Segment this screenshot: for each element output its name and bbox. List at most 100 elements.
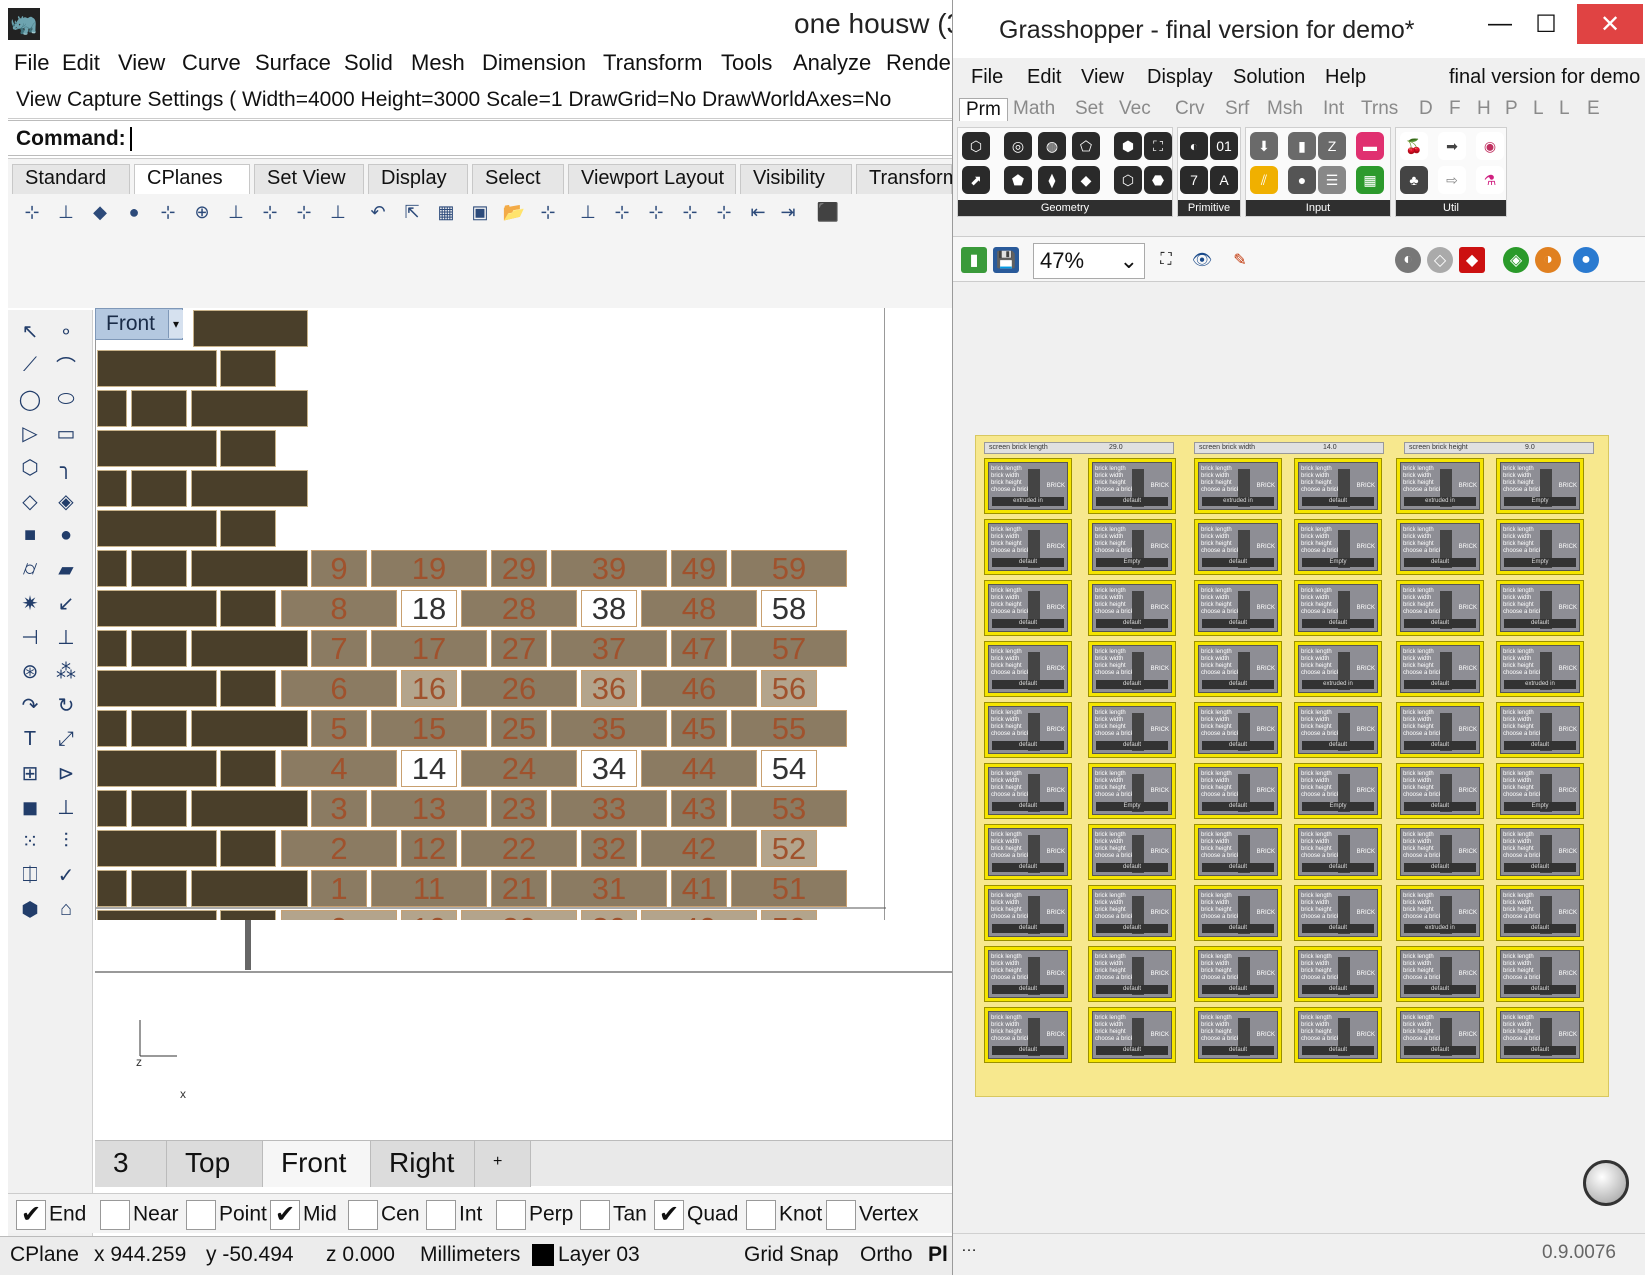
brick-list-component[interactable]: brick length brick width brick height ch… bbox=[1396, 580, 1484, 636]
menu-view[interactable]: View bbox=[118, 50, 165, 76]
osnap-end[interactable]: ✔ End bbox=[16, 1200, 86, 1230]
component-dropdown[interactable]: default bbox=[1404, 741, 1476, 750]
component-dropdown[interactable]: default bbox=[1404, 619, 1476, 628]
component-dropdown[interactable]: default bbox=[1404, 558, 1476, 567]
component-dropdown[interactable]: extruded in bbox=[1302, 680, 1374, 689]
button-input-icon[interactable]: ● bbox=[1288, 166, 1316, 194]
checkbox-icon[interactable] bbox=[186, 1200, 216, 1230]
cplane-view-icon[interactable]: ⇱ bbox=[398, 198, 426, 226]
menu-edit[interactable]: Edit bbox=[62, 50, 100, 76]
component-dropdown[interactable]: default bbox=[1202, 680, 1274, 689]
brick-list-component[interactable]: brick length brick width brick height ch… bbox=[1194, 580, 1282, 636]
gh-tab-trns[interactable]: Trns bbox=[1361, 98, 1398, 120]
checkbox-icon[interactable] bbox=[496, 1200, 526, 1230]
numbered-brick[interactable]: 19 bbox=[371, 550, 487, 587]
numbered-brick[interactable]: 47 bbox=[671, 630, 727, 667]
gh-tab-int[interactable]: Int bbox=[1323, 98, 1344, 120]
gh-menu-help[interactable]: Help bbox=[1325, 66, 1366, 89]
tab-viewport-layout[interactable]: Viewport Layout bbox=[568, 164, 736, 194]
tab-set-view[interactable]: Set View bbox=[254, 164, 364, 194]
select-arrow-icon[interactable]: ↖ bbox=[14, 316, 46, 346]
brick-list-component[interactable]: brick length brick width brick height ch… bbox=[1294, 519, 1382, 575]
twisted-box-param-icon[interactable]: ⬣ bbox=[1144, 166, 1172, 194]
copy-icon[interactable]: ⊥ bbox=[50, 622, 82, 652]
cplane-world-left-icon[interactable]: ⊹ bbox=[710, 198, 738, 226]
check-icon[interactable]: ✓ bbox=[50, 860, 82, 890]
osnap-quad[interactable]: ✔ Quad bbox=[654, 1200, 738, 1230]
cplane-world-front-icon[interactable]: ⊹ bbox=[608, 198, 636, 226]
rotate3d-icon[interactable]: ↻ bbox=[50, 690, 82, 720]
zoom-dropdown[interactable]: 47% ⌄ bbox=[1033, 243, 1145, 279]
boolean-union-icon[interactable]: ● bbox=[50, 520, 82, 550]
command-line[interactable]: Command: bbox=[8, 120, 952, 156]
brick[interactable] bbox=[131, 710, 187, 747]
tab-standard[interactable]: Standard bbox=[12, 164, 130, 194]
brick-list-component[interactable]: brick length brick width brick height ch… bbox=[1088, 519, 1176, 575]
curve-param-icon[interactable]: ◍ bbox=[1038, 132, 1066, 160]
numbered-brick[interactable]: 18 bbox=[401, 590, 457, 627]
viewport-tab-front[interactable]: Front bbox=[263, 1141, 371, 1187]
component-dropdown[interactable]: Empty bbox=[1504, 802, 1576, 811]
boolean-param-icon[interactable]: ◐ bbox=[1180, 132, 1208, 160]
named-cplanes-icon[interactable]: ⊹ bbox=[534, 198, 562, 226]
surface-edge-icon[interactable]: ◈ bbox=[50, 486, 82, 516]
data-output-arrow-icon[interactable]: ➡ bbox=[1438, 132, 1466, 160]
numbered-brick[interactable]: 33 bbox=[551, 790, 667, 827]
menu-solid[interactable]: Solid bbox=[344, 50, 393, 76]
maximize-icon[interactable]: ☐ bbox=[1523, 4, 1569, 44]
gh-menu-edit[interactable]: Edit bbox=[1027, 66, 1061, 89]
cplane-vertical-icon[interactable]: ⊥ bbox=[324, 198, 352, 226]
surface-corner-icon[interactable]: ◇ bbox=[14, 486, 46, 516]
numbered-brick[interactable]: 29 bbox=[491, 550, 547, 587]
toggle-input-icon[interactable]: ▮ bbox=[1288, 132, 1316, 160]
brick-list-component[interactable]: brick length brick width brick height ch… bbox=[984, 519, 1072, 575]
checkbox-icon[interactable] bbox=[100, 1200, 130, 1230]
gh-tab-e[interactable]: E bbox=[1587, 98, 1600, 120]
tab-transform[interactable]: Transform bbox=[856, 164, 952, 194]
open-file-icon[interactable]: ▮ bbox=[961, 247, 987, 273]
component-dropdown[interactable]: default bbox=[992, 558, 1064, 567]
cplane-undo-icon[interactable]: ↶ bbox=[364, 198, 392, 226]
osnap-near[interactable]: Near bbox=[100, 1200, 179, 1230]
numbered-brick[interactable]: 36 bbox=[581, 670, 637, 707]
brick[interactable] bbox=[220, 750, 276, 787]
osnap-point[interactable]: Point bbox=[186, 1200, 267, 1230]
point-icon[interactable]: ∘ bbox=[50, 316, 82, 346]
component-dropdown[interactable]: default bbox=[1202, 619, 1274, 628]
cplane-zaxis-icon[interactable]: ⊥ bbox=[222, 198, 250, 226]
brick[interactable] bbox=[97, 350, 217, 387]
brep-param-icon[interactable]: ⬢ bbox=[1114, 132, 1142, 160]
plane-param-icon[interactable]: ◆ bbox=[1072, 166, 1100, 194]
brick-list-component[interactable]: brick length brick width brick height ch… bbox=[1088, 885, 1176, 941]
osnap-tan[interactable]: Tan bbox=[580, 1200, 647, 1230]
component-dropdown[interactable]: extruded in bbox=[1404, 924, 1476, 933]
component-dropdown[interactable]: default bbox=[1202, 741, 1274, 750]
brick[interactable] bbox=[131, 870, 187, 907]
field-param-icon[interactable]: ⬈ bbox=[962, 166, 990, 194]
component-dropdown[interactable]: default bbox=[992, 680, 1064, 689]
menu-curve[interactable]: Curve bbox=[182, 50, 241, 76]
cplane-origin-icon[interactable]: ⊕ bbox=[188, 198, 216, 226]
gh-tab-l2[interactable]: L bbox=[1559, 98, 1570, 120]
cplane-elevation-icon[interactable]: ⊥ bbox=[52, 198, 80, 226]
preview-selected-icon[interactable]: ◈ bbox=[1503, 247, 1529, 273]
component-dropdown[interactable]: default bbox=[992, 1046, 1064, 1055]
brick-list-component[interactable]: brick length brick width brick height ch… bbox=[1396, 641, 1484, 697]
component-dropdown[interactable]: Empty bbox=[1096, 558, 1168, 567]
integer-param-icon[interactable]: 01 bbox=[1210, 132, 1238, 160]
numbered-brick[interactable]: 59 bbox=[731, 550, 847, 587]
rotate-icon[interactable]: ↷ bbox=[14, 690, 46, 720]
numbered-brick[interactable]: 21 bbox=[491, 870, 547, 907]
brick-list-component[interactable]: brick length brick width brick height ch… bbox=[1396, 946, 1484, 1002]
matrix-input-icon[interactable]: ▦ bbox=[1356, 166, 1384, 194]
text-param-icon[interactable]: A bbox=[1210, 166, 1238, 194]
gh-tab-l1[interactable]: L bbox=[1533, 98, 1544, 120]
brick-list-component[interactable]: brick length brick width brick height ch… bbox=[1088, 458, 1176, 514]
status-planar[interactable]: Pl bbox=[928, 1243, 948, 1267]
brick[interactable] bbox=[97, 830, 217, 867]
brick-list-component[interactable]: brick length brick width brick height ch… bbox=[1396, 1007, 1484, 1063]
circle-icon[interactable]: ◯ bbox=[14, 384, 46, 414]
curve-icon[interactable]: ⌒ bbox=[50, 350, 82, 380]
save-file-icon[interactable]: 💾 bbox=[993, 247, 1019, 273]
brick-list-component[interactable]: brick length brick width brick height ch… bbox=[1194, 763, 1282, 819]
